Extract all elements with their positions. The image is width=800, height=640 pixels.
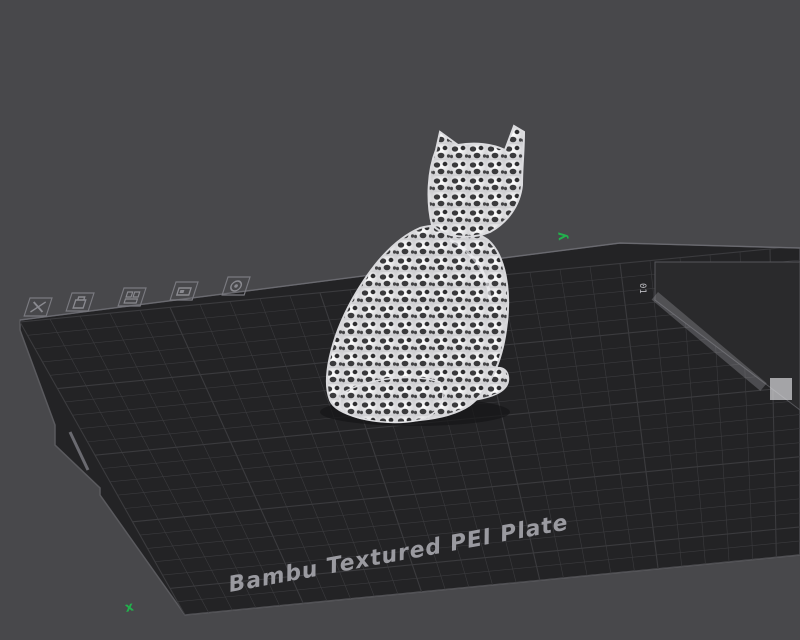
3d-viewport[interactable]: 01 Bambu Textured PEI Plate y x: [0, 0, 800, 640]
y-axis-label: y: [554, 231, 570, 241]
arrange-icon[interactable]: [117, 287, 147, 307]
lock-plate-icon[interactable]: [65, 292, 95, 312]
x-axis-label: x: [124, 599, 136, 616]
voronoi-cat-model[interactable]: [320, 124, 526, 426]
delete-plate-icon[interactable]: [23, 297, 53, 317]
plate-number: 01: [637, 283, 647, 294]
